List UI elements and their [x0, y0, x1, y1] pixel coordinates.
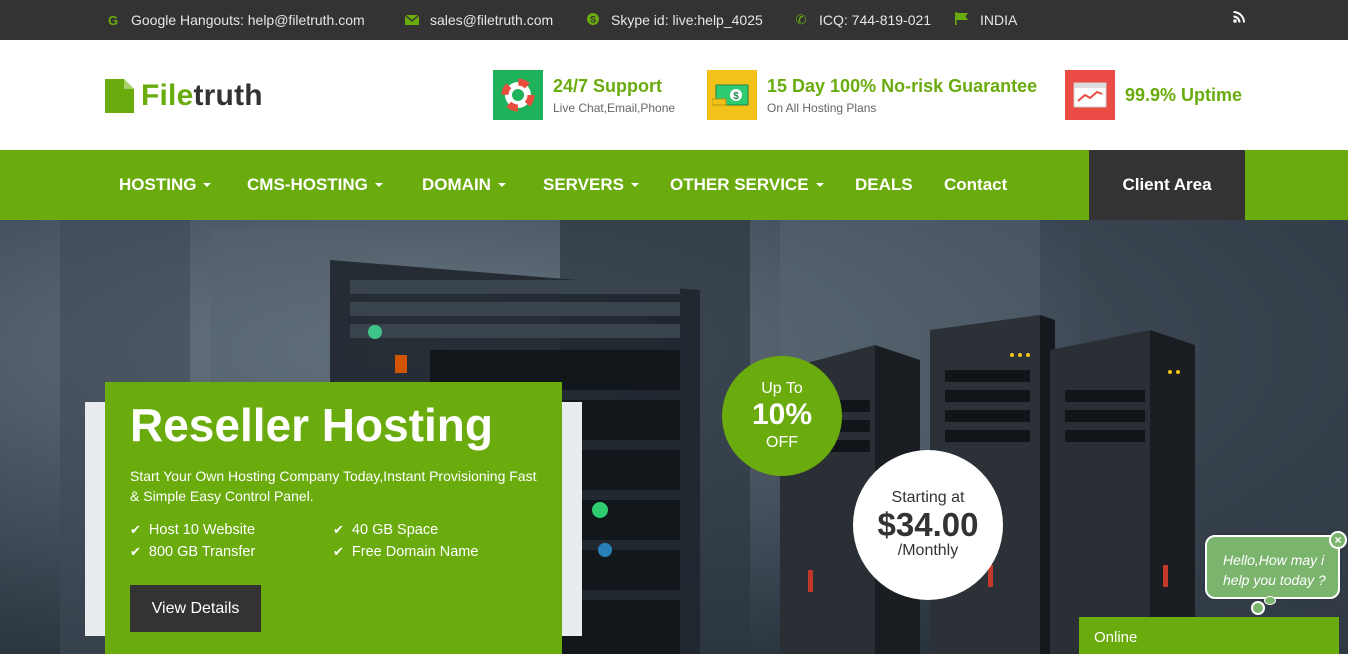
skype-contact[interactable]: S Skype id: live:help_4025	[585, 0, 763, 40]
rss-icon[interactable]	[1232, 10, 1246, 24]
nav-contact[interactable]: Contact	[944, 150, 1007, 220]
nav-domain[interactable]: DOMAIN	[422, 150, 506, 220]
price-value: $34.00	[877, 506, 979, 543]
feature-guarantee: $ 15 Day 100% No-risk Guarantee On All H…	[707, 70, 1037, 120]
caret-down-icon	[630, 183, 639, 187]
country-selector[interactable]: INDIA	[954, 0, 1017, 40]
nav-servers[interactable]: SERVERS	[543, 150, 639, 220]
hero-feature: ✔ Host 10 Website	[130, 522, 256, 538]
caret-down-icon	[203, 183, 212, 187]
phone-icon: ✆	[795, 12, 807, 27]
view-details-button[interactable]: View Details	[130, 585, 261, 632]
top-contact-bar: G Google Hangouts: help@filetruth.com sa…	[0, 0, 1348, 40]
chat-bubble-tail	[1264, 596, 1276, 605]
nav-deals[interactable]: DEALS	[855, 150, 913, 220]
discount-value: 10%	[751, 398, 813, 431]
email-contact[interactable]: sales@filetruth.com	[404, 0, 553, 40]
feature-subtitle: On All Hosting Plans	[767, 100, 877, 115]
svg-text:$: $	[733, 91, 739, 102]
feature-subtitle: Live Chat,Email,Phone	[553, 100, 676, 115]
hero-title: Reseller Hosting	[130, 399, 493, 451]
hero-feature: ✔ 40 GB Space	[333, 522, 439, 538]
email-text: sales@filetruth.com	[430, 12, 554, 28]
nav-other-service[interactable]: OTHER SERVICE	[670, 150, 824, 220]
chat-status-bar[interactable]: Online	[1079, 617, 1339, 654]
browser-icon	[1065, 70, 1115, 120]
money-icon: $	[707, 70, 757, 120]
discount-suffix: OFF	[766, 434, 798, 451]
caret-down-icon	[374, 183, 383, 187]
chat-close-icon[interactable]: ×	[1329, 531, 1347, 549]
chat-bubble-tail	[1251, 601, 1265, 615]
flag-icon	[954, 12, 970, 28]
caret-down-icon	[815, 183, 824, 187]
discount-prefix: Up To	[761, 380, 803, 397]
icq-contact[interactable]: ✆ ICQ: 744-819-021	[793, 0, 932, 40]
price-period: /Monthly	[897, 542, 959, 559]
feature-uptime: 99.9% Uptime	[1065, 70, 1242, 120]
skype-text: Skype id: live:help_4025	[611, 12, 763, 28]
icq-text: ICQ: 744-819-021	[819, 12, 932, 28]
price-prefix: Starting at	[891, 489, 965, 506]
chat-greeting-bubble[interactable]: Hello,How may i help you today ?	[1205, 535, 1340, 599]
nav-hosting[interactable]: HOSTING	[119, 150, 212, 220]
lifebuoy-icon	[493, 70, 543, 120]
check-icon: ✔	[130, 544, 141, 559]
caret-down-icon	[497, 183, 506, 187]
hero-feature: ✔ 800 GB Transfer	[130, 544, 256, 560]
hangouts-text: Google Hangouts: help@filetruth.com	[131, 12, 365, 28]
feature-title: 99.9% Uptime	[1125, 84, 1243, 105]
feature-title: 15 Day 100% No-risk Guarantee	[767, 75, 1038, 96]
svg-text:S: S	[590, 14, 596, 24]
skype-icon: S	[585, 12, 601, 29]
envelope-icon	[404, 13, 420, 28]
check-icon: ✔	[130, 522, 141, 537]
hero-feature: ✔ Free Domain Name	[333, 544, 479, 560]
country-text: INDIA	[980, 12, 1018, 28]
hangouts-contact[interactable]: G Google Hangouts: help@filetruth.com	[105, 0, 365, 40]
file-icon	[105, 79, 134, 113]
hero-description: Start Your Own Hosting Company Today,Ins…	[130, 468, 537, 504]
logo-text: Filetruth	[141, 79, 263, 112]
site-logo[interactable]: Filetruth	[105, 79, 263, 113]
site-header: Filetruth 24/7 Support Live Chat,Email,P…	[0, 40, 1348, 150]
check-icon: ✔	[333, 544, 344, 559]
check-icon: ✔	[333, 522, 344, 537]
reseller-hosting-card: Reseller Hosting Start Your Own Hosting …	[105, 382, 562, 654]
nav-cms-hosting[interactable]: CMS-HOSTING	[247, 150, 383, 220]
feature-support: 24/7 Support Live Chat,Email,Phone	[493, 70, 675, 120]
google-icon: G	[107, 12, 119, 28]
price-badge: Starting at $34.00 /Monthly	[853, 450, 1003, 600]
discount-badge: Up To 10% OFF	[722, 356, 842, 476]
feature-title: 24/7 Support	[553, 75, 663, 96]
client-area-button[interactable]: Client Area	[1089, 150, 1245, 220]
